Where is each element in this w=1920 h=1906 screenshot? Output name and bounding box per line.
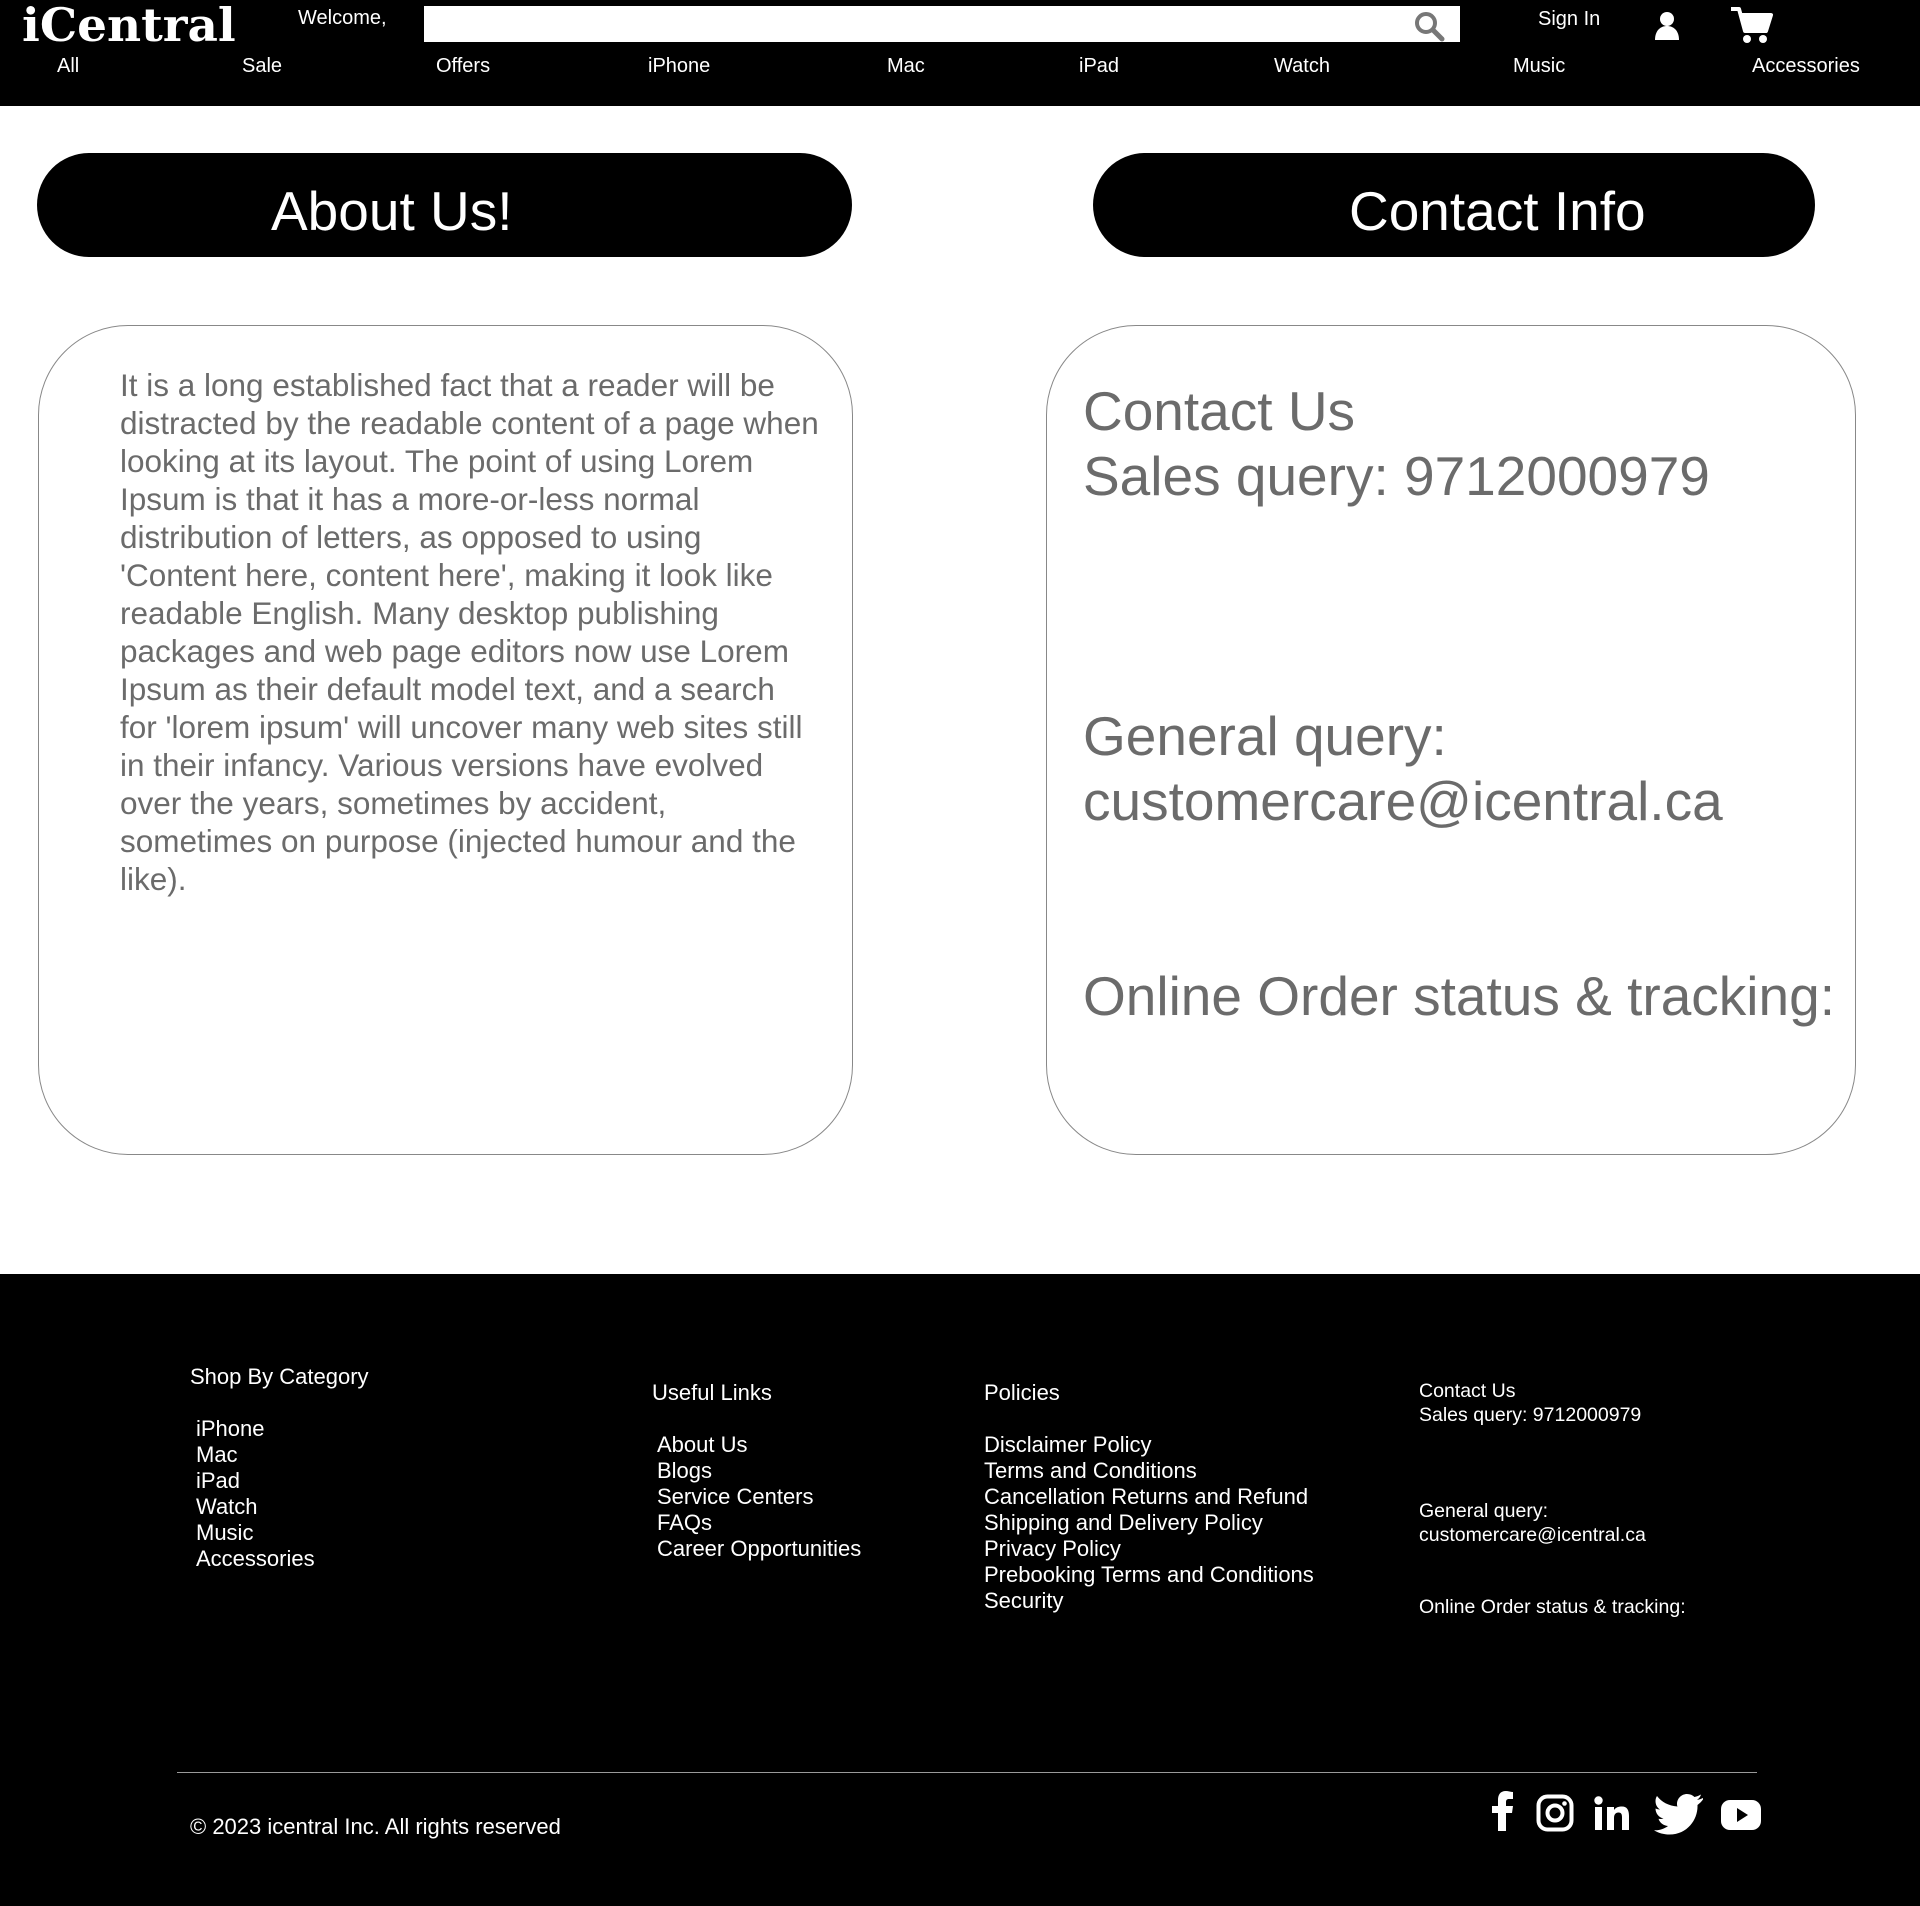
search-input[interactable] [424,6,1460,42]
footer-contact-heading: Contact Us [1419,1380,1516,1402]
footer-link-faqs[interactable]: FAQs [657,1510,861,1536]
sign-in-link[interactable]: Sign In [1538,8,1600,31]
footer-contact-general-label: General query: [1419,1500,1548,1522]
nav-ipad[interactable]: iPad [1079,55,1119,78]
footer-link-privacy[interactable]: Privacy Policy [984,1536,1314,1562]
footer-link-blogs[interactable]: Blogs [657,1458,861,1484]
contact-sales-query: Sales query: 9712000979 [1083,445,1710,507]
footer-link-iphone[interactable]: iPhone [196,1416,315,1442]
footer-link-ipad[interactable]: iPad [196,1468,315,1494]
cart-icon[interactable] [1730,5,1774,45]
about-title-pill: About Us! [37,153,852,257]
contact-title-pill: Contact Info [1093,153,1815,257]
contact-heading: Contact Us [1083,380,1356,442]
footer-useful-title: Useful Links [652,1380,772,1405]
twitter-icon[interactable] [1654,1793,1704,1835]
about-text: It is a long established fact that a rea… [120,367,819,897]
contact-order-status: Online Order status & tracking: [1083,965,1835,1027]
nav-accessories[interactable]: Accessories [1752,55,1860,78]
welcome-text: Welcome, [298,7,387,29]
footer-policies-list: Disclaimer Policy Terms and Conditions C… [984,1432,1314,1614]
search-icon[interactable] [1413,10,1445,42]
nav-all[interactable]: All [57,55,79,78]
footer-link-disclaimer[interactable]: Disclaimer Policy [984,1432,1314,1458]
contact-title: Contact Info [1349,180,1646,242]
nav-music[interactable]: Music [1513,55,1565,78]
footer-link-cancellation[interactable]: Cancellation Returns and Refund [984,1484,1314,1510]
logo[interactable]: iCentral [22,0,236,52]
nav-iphone[interactable]: iPhone [648,55,710,78]
footer-contact-sales: Sales query: 9712000979 [1419,1404,1642,1426]
nav-mac[interactable]: Mac [887,55,925,78]
contact-general-label: General query: [1083,705,1447,767]
contact-general-email[interactable]: customercare@icentral.ca [1083,768,1723,834]
facebook-icon[interactable] [1486,1791,1520,1831]
footer-contact-order-status: Online Order status & tracking: [1419,1596,1686,1618]
footer-link-accessories[interactable]: Accessories [196,1546,315,1572]
footer-divider [177,1772,1757,1773]
footer-useful-list: About Us Blogs Service Centers FAQs Care… [657,1432,861,1562]
nav-watch[interactable]: Watch [1274,55,1330,78]
footer-link-shipping[interactable]: Shipping and Delivery Policy [984,1510,1314,1536]
footer-shop-list: iPhone Mac iPad Watch Music Accessories [196,1416,315,1572]
user-icon[interactable] [1652,10,1682,40]
footer-link-service-centers[interactable]: Service Centers [657,1484,861,1510]
youtube-icon[interactable] [1720,1799,1762,1831]
footer-policies-title: Policies [984,1380,1060,1405]
instagram-icon[interactable] [1536,1794,1574,1832]
footer-link-about-us[interactable]: About Us [657,1432,861,1458]
footer-link-terms[interactable]: Terms and Conditions [984,1458,1314,1484]
footer-link-music[interactable]: Music [196,1520,315,1546]
footer-link-prebooking[interactable]: Prebooking Terms and Conditions [984,1562,1314,1588]
about-title: About Us! [271,180,513,242]
copyright: © 2023 icentral Inc. All rights reserved [190,1814,561,1839]
footer-link-mac[interactable]: Mac [196,1442,315,1468]
footer-link-careers[interactable]: Career Opportunities [657,1536,861,1562]
nav-offers[interactable]: Offers [436,55,490,78]
linkedin-icon[interactable] [1594,1796,1630,1830]
nav-sale[interactable]: Sale [242,55,282,78]
footer-shop-title: Shop By Category [190,1364,369,1389]
footer-link-security[interactable]: Security [984,1588,1314,1614]
footer-contact-general-email[interactable]: customercare@icentral.ca [1419,1523,1646,1547]
footer-link-watch[interactable]: Watch [196,1494,315,1520]
